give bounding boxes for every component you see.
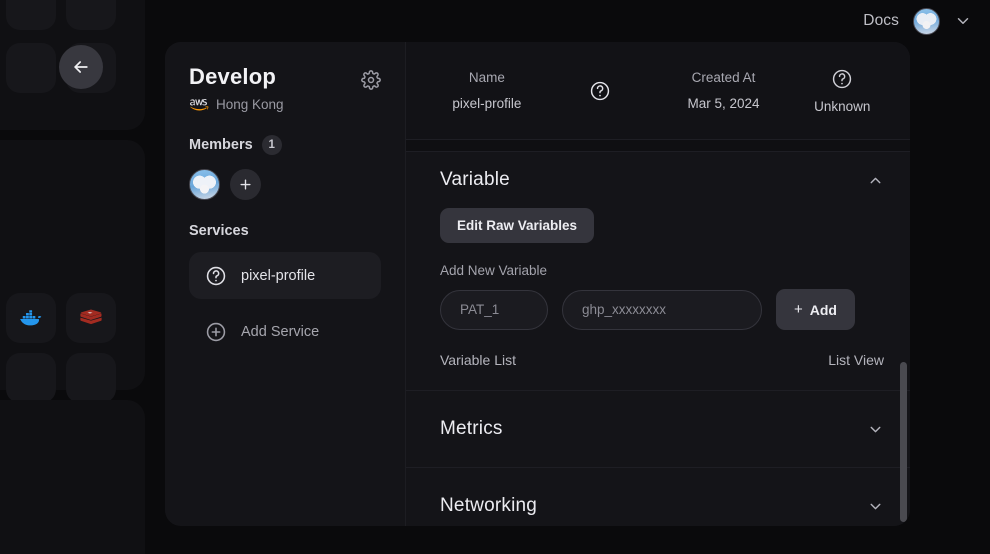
list-view-toggle[interactable]: List View bbox=[828, 352, 884, 368]
top-bar: Docs bbox=[0, 0, 990, 42]
meta-help-cell bbox=[546, 80, 655, 102]
background-tile-redis bbox=[66, 293, 116, 343]
add-member-button[interactable] bbox=[230, 169, 261, 200]
app-root: Docs Develop Hong Kong Members 1 Service… bbox=[0, 0, 990, 554]
variable-section: Variable Edit Raw Variables Add New Vari… bbox=[406, 152, 910, 390]
status-icon-wrap bbox=[793, 68, 892, 90]
members-section-label: Members 1 bbox=[189, 135, 381, 155]
sidebar-item-pixel-profile[interactable]: pixel-profile bbox=[189, 252, 381, 299]
background-tile-3 bbox=[6, 43, 56, 93]
networking-section-header[interactable]: Networking bbox=[440, 468, 884, 526]
meta-created-value: Mar 5, 2024 bbox=[687, 96, 760, 111]
background-card-bottom bbox=[0, 400, 145, 554]
variable-list-label: Variable List bbox=[440, 352, 517, 368]
chevron-down-icon[interactable] bbox=[954, 12, 972, 30]
add-variable-button[interactable]: + Add bbox=[776, 289, 855, 330]
user-avatar[interactable] bbox=[913, 7, 940, 35]
plus-glyph: + bbox=[794, 301, 803, 318]
add-service-button[interactable]: Add Service bbox=[189, 308, 381, 355]
meta-created-label: Created At bbox=[691, 70, 756, 85]
variable-section-title: Variable bbox=[440, 169, 510, 190]
variable-value-input[interactable] bbox=[562, 289, 762, 330]
docker-icon bbox=[20, 310, 42, 326]
docs-link[interactable]: Docs bbox=[863, 12, 899, 30]
project-title: Develop bbox=[189, 64, 276, 89]
project-sidebar: Develop Hong Kong Members 1 Services pix… bbox=[165, 42, 405, 526]
members-row bbox=[189, 169, 381, 200]
metrics-section-header[interactable]: Metrics bbox=[440, 391, 884, 467]
region-row: Hong Kong bbox=[189, 97, 381, 112]
members-label: Members bbox=[189, 137, 253, 153]
gear-icon[interactable] bbox=[361, 70, 381, 90]
meta-created-cell: Created At Mar 5, 2024 bbox=[654, 70, 792, 111]
metrics-section: Metrics bbox=[406, 391, 910, 467]
variable-list-row: Variable List List View bbox=[440, 352, 884, 390]
members-count-badge: 1 bbox=[261, 135, 282, 155]
aws-logo-icon bbox=[190, 99, 209, 111]
background-tile-docker bbox=[6, 293, 56, 343]
meta-name-value: pixel-profile bbox=[452, 96, 522, 111]
add-variable-row: + Add bbox=[440, 289, 884, 330]
services-section-label: Services bbox=[189, 223, 249, 239]
meta-name-label: Name bbox=[468, 70, 505, 85]
add-variable-label: Add bbox=[809, 301, 837, 318]
add-service-label: Add Service bbox=[241, 323, 320, 340]
background-tile-6 bbox=[66, 353, 116, 403]
plus-circle-icon bbox=[206, 322, 226, 341]
question-circle-icon[interactable] bbox=[589, 80, 611, 102]
scrollbar-thumb[interactable] bbox=[900, 362, 907, 522]
variable-section-header[interactable]: Variable bbox=[440, 152, 884, 208]
sidebar-header: Develop bbox=[189, 64, 381, 90]
edit-raw-variables-button[interactable]: Edit Raw Variables bbox=[440, 208, 595, 243]
member-avatar[interactable] bbox=[189, 169, 220, 200]
service-meta-header: Name pixel-profile Created At Mar 5, 202… bbox=[406, 42, 910, 139]
background-tile-5 bbox=[6, 353, 56, 403]
networking-section-title: Networking bbox=[440, 495, 538, 516]
back-arrow-icon bbox=[74, 61, 88, 73]
service-name: pixel-profile bbox=[241, 267, 316, 284]
question-circle-icon bbox=[206, 266, 226, 285]
chevron-down-icon[interactable] bbox=[867, 421, 884, 438]
region-name: Hong Kong bbox=[216, 97, 284, 112]
networking-section: Networking bbox=[406, 468, 910, 526]
section-gap bbox=[406, 140, 910, 151]
plus-icon bbox=[240, 179, 251, 190]
scrollbar-track[interactable] bbox=[900, 150, 907, 522]
add-new-variable-label: Add New Variable bbox=[440, 263, 548, 278]
question-circle-icon bbox=[833, 69, 852, 88]
status-badge: Unknown bbox=[814, 98, 871, 114]
back-arrow-button[interactable] bbox=[59, 45, 103, 89]
variable-key-input[interactable] bbox=[440, 289, 548, 330]
redis-icon bbox=[80, 309, 102, 325]
service-detail-content: Name pixel-profile Created At Mar 5, 202… bbox=[405, 42, 910, 526]
chevron-up-icon[interactable] bbox=[867, 172, 884, 189]
meta-name-cell: Name pixel-profile bbox=[428, 70, 546, 111]
chevron-down-icon[interactable] bbox=[867, 498, 884, 515]
main-panel: Develop Hong Kong Members 1 Services pix… bbox=[165, 42, 910, 526]
metrics-section-title: Metrics bbox=[440, 418, 503, 439]
meta-status-cell: Unknown bbox=[793, 68, 892, 114]
